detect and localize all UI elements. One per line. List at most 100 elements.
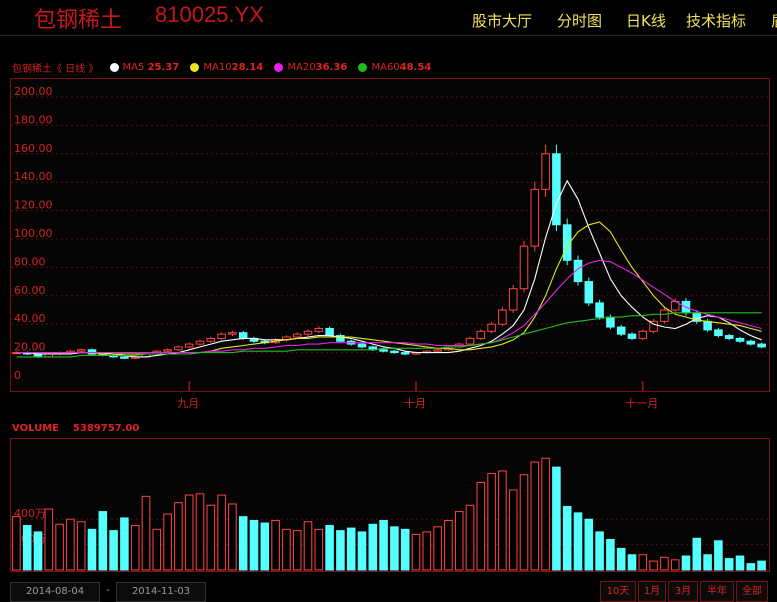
range-10d-button[interactable]: 10天	[600, 581, 636, 602]
volume-bar-down	[249, 519, 259, 571]
range-1m-button[interactable]: 1月	[638, 581, 666, 602]
x-tick-label: 十月	[404, 396, 426, 410]
volume-bar-down	[260, 522, 270, 571]
volume-bar-up	[66, 518, 75, 571]
volume-bar-up	[184, 494, 194, 571]
volume-bar-up	[206, 504, 216, 571]
ma-legend: 包钢稀土《 日线 》 MA5 25.37 MA1028.14 MA2036.36…	[12, 60, 432, 75]
volume-bar-up	[670, 559, 680, 571]
volume-bar-down	[606, 539, 615, 571]
candle-down	[746, 340, 756, 345]
volume-bar-up	[508, 489, 518, 571]
volume-bar-down	[120, 517, 129, 571]
nav-daily-kline[interactable]: 日K线	[626, 10, 666, 31]
y-tick-label: 180.00	[14, 113, 53, 126]
y-tick-label: 20.00	[14, 341, 46, 354]
y-tick-label: 40.00	[14, 312, 46, 325]
candle-up	[476, 330, 486, 339]
volume-bar-down	[400, 528, 410, 571]
ma5-dot-icon	[109, 63, 119, 72]
nav-more[interactable]: 盾	[771, 10, 777, 31]
ma60-dot-icon	[358, 63, 368, 72]
candle-up	[174, 346, 183, 351]
y-tick-label: 200.00	[14, 85, 53, 98]
volume-bar-up	[12, 516, 21, 571]
volume-bar-down	[33, 531, 43, 571]
candle-up	[303, 330, 313, 335]
range-all-button[interactable]: 全部	[736, 581, 768, 602]
candle-down	[584, 281, 594, 304]
candle-up	[76, 349, 86, 352]
month-axis: 九月 十月 十一月	[10, 392, 770, 412]
start-date-field[interactable]: 2014-08-04	[10, 582, 100, 602]
volume-bar-down	[87, 528, 97, 571]
volume-bar-down	[595, 531, 604, 571]
volume-bar-up	[76, 521, 86, 571]
nav-tech-indicators[interactable]: 技术指标	[686, 10, 746, 31]
volume-bar-down	[681, 555, 691, 571]
candle-up	[519, 245, 529, 290]
volume-bar-up	[487, 472, 496, 571]
volume-bar-up	[314, 528, 324, 571]
range-3m-button[interactable]: 3月	[668, 581, 698, 602]
candle-down	[390, 350, 399, 354]
volume-bar-down	[379, 519, 388, 571]
ma5-label: MA5	[122, 62, 145, 73]
volume-bar-down	[552, 466, 561, 571]
volume-bar-down	[357, 531, 367, 571]
candle-down	[120, 356, 129, 359]
volume-chart-panel[interactable]: 400万200万0	[10, 438, 770, 572]
y-tick-label: 60.00	[14, 284, 46, 297]
candle-up	[498, 309, 507, 325]
volume-bar-down	[735, 555, 745, 571]
volume-bar-down	[627, 554, 637, 571]
volume-chart[interactable]: 400万200万0	[11, 439, 769, 571]
volume-bar-up	[163, 513, 172, 571]
date-range-dash: -	[106, 583, 110, 596]
candle-down	[627, 333, 637, 339]
candle-up	[184, 343, 194, 348]
volume-bar-down	[325, 525, 334, 571]
volume-bar-down	[368, 523, 378, 571]
y-tick-label: 120.00	[14, 199, 53, 212]
candle-up	[541, 153, 550, 190]
candle-up	[433, 349, 442, 352]
volume-bar-up	[55, 523, 64, 571]
range-halfyear-button[interactable]: 半年	[700, 581, 734, 602]
volume-bar-down	[22, 525, 32, 571]
y-tick-label: 100.00	[14, 227, 53, 240]
candle-up	[508, 288, 518, 311]
volume-bar-up	[44, 508, 54, 571]
price-chart[interactable]: 200.00 180.00 160.00 140.00 120.00 100.00 80.0…	[11, 79, 769, 391]
nav-market-hall[interactable]: 股市大厅	[472, 10, 532, 31]
price-chart-panel[interactable]: 200.00 180.00 160.00 140.00 120.00 100.00 80.0…	[10, 78, 770, 392]
legend-title: 包钢稀土《 日线 》	[12, 64, 99, 75]
x-tick-label: 十一月	[625, 396, 658, 410]
top-bar: 包钢稀土 810025.YX 股市大厅 分时图 日K线 技术指标 盾	[0, 0, 777, 34]
stock-code: 810025.YX	[155, 2, 264, 27]
volume-bar-down	[746, 563, 756, 571]
candle-up	[195, 340, 205, 345]
ma10-line	[16, 221, 762, 355]
candle-up	[465, 337, 475, 345]
y-tick-label: 0	[14, 369, 21, 382]
ma60-value: 48.54	[399, 62, 432, 73]
nav-intraday[interactable]: 分时图	[557, 10, 602, 31]
candle-up	[292, 333, 302, 338]
volume-bar-up	[292, 530, 302, 571]
volume-bar-up	[271, 519, 280, 571]
y-tick-label: 160.00	[14, 142, 53, 155]
volume-bar-down	[692, 537, 702, 571]
ma20-dot-icon	[274, 63, 284, 72]
candle-down	[606, 316, 615, 328]
candle-down	[595, 302, 604, 318]
volume-bar-down	[98, 511, 108, 571]
volume-bar-down	[336, 530, 345, 571]
volume-bar-up	[638, 554, 648, 571]
ma60-label: MA60	[371, 62, 400, 73]
volume-bar-up	[228, 503, 237, 571]
stock-name: 包钢稀土	[34, 8, 123, 33]
candle-up	[206, 337, 216, 342]
end-date-field[interactable]: 2014-11-03	[116, 582, 206, 602]
ma10-dot-icon	[190, 63, 200, 72]
